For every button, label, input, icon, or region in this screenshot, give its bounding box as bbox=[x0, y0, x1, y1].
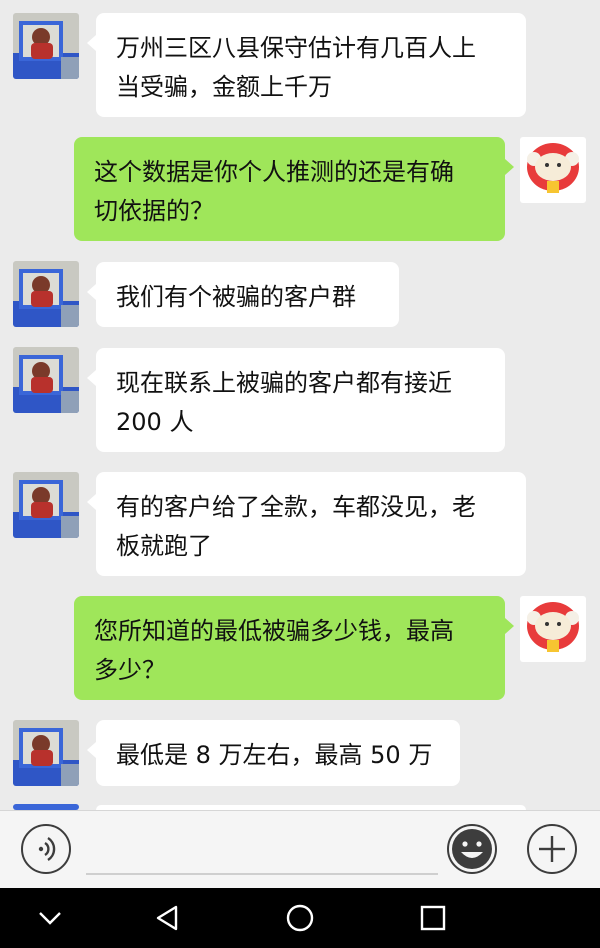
contact-avatar[interactable] bbox=[13, 472, 79, 538]
message-line: 现在联系上被骗的客户都有接近 bbox=[116, 369, 452, 397]
message-line: 多少？ bbox=[94, 656, 166, 684]
message-line: 有的客户给了全款，车都没见，老 bbox=[116, 493, 476, 521]
input-bar bbox=[0, 810, 600, 889]
message-line: 万州三区八县保守估计有几百人上 bbox=[116, 34, 476, 62]
chat-area[interactable]: 万州三区八县保守估计有几百人上 当受骗，金额上千万 这个数据是你个人推测的还是有… bbox=[0, 0, 600, 810]
user-avatar[interactable] bbox=[520, 596, 586, 662]
recents-square-icon[interactable] bbox=[417, 902, 449, 934]
back-triangle-icon[interactable] bbox=[152, 902, 184, 934]
message-line: 切依据的？ bbox=[94, 197, 214, 225]
emoji-button[interactable] bbox=[447, 824, 497, 874]
message-bubble[interactable]: 有的客户给了全款，车都没见，老 板就跑了 bbox=[87, 472, 526, 576]
chevron-down-icon[interactable] bbox=[34, 902, 66, 934]
message-bubble[interactable]: 万州三区八县保守估计有几百人上 当受骗，金额上千万 bbox=[87, 13, 526, 117]
contact-avatar[interactable] bbox=[13, 261, 79, 327]
message-line: 您所知道的最低被骗多少钱，最高 bbox=[94, 617, 454, 645]
user-avatar[interactable] bbox=[520, 137, 586, 203]
message-bubble[interactable]: 这个数据是你个人推测的还是有确 切依据的？ bbox=[74, 137, 514, 241]
message-line: 当受骗，金额上千万 bbox=[116, 73, 332, 101]
plus-icon bbox=[539, 836, 565, 862]
message-line: 这个数据是你个人推测的还是有确 bbox=[94, 158, 454, 186]
emoji-icon bbox=[452, 829, 492, 869]
home-circle-icon[interactable] bbox=[284, 902, 316, 934]
message-line: 最低是 8 万左右，最高 50 万 bbox=[116, 741, 433, 769]
message-input[interactable] bbox=[86, 873, 438, 875]
contact-avatar[interactable] bbox=[13, 13, 79, 79]
more-button[interactable] bbox=[527, 824, 577, 874]
system-nav-bar bbox=[0, 888, 600, 948]
message-bubble[interactable]: 现在联系上被骗的客户都有接近 200 人 bbox=[87, 348, 505, 452]
message-line: 我们有个被骗的客户群 bbox=[116, 283, 356, 311]
voice-icon bbox=[38, 836, 56, 862]
message-bubble[interactable]: 最低是 8 万左右，最高 50 万 bbox=[87, 720, 460, 786]
contact-avatar[interactable] bbox=[13, 720, 79, 786]
message-bubble[interactable]: 我们有个被骗的客户群 bbox=[87, 262, 399, 327]
contact-avatar[interactable] bbox=[13, 347, 79, 413]
message-bubble[interactable]: 您所知道的最低被骗多少钱，最高 多少？ bbox=[74, 596, 514, 700]
message-line: 板就跑了 bbox=[116, 532, 212, 560]
voice-button[interactable] bbox=[21, 824, 71, 874]
message-line: 200 人 bbox=[116, 408, 194, 436]
